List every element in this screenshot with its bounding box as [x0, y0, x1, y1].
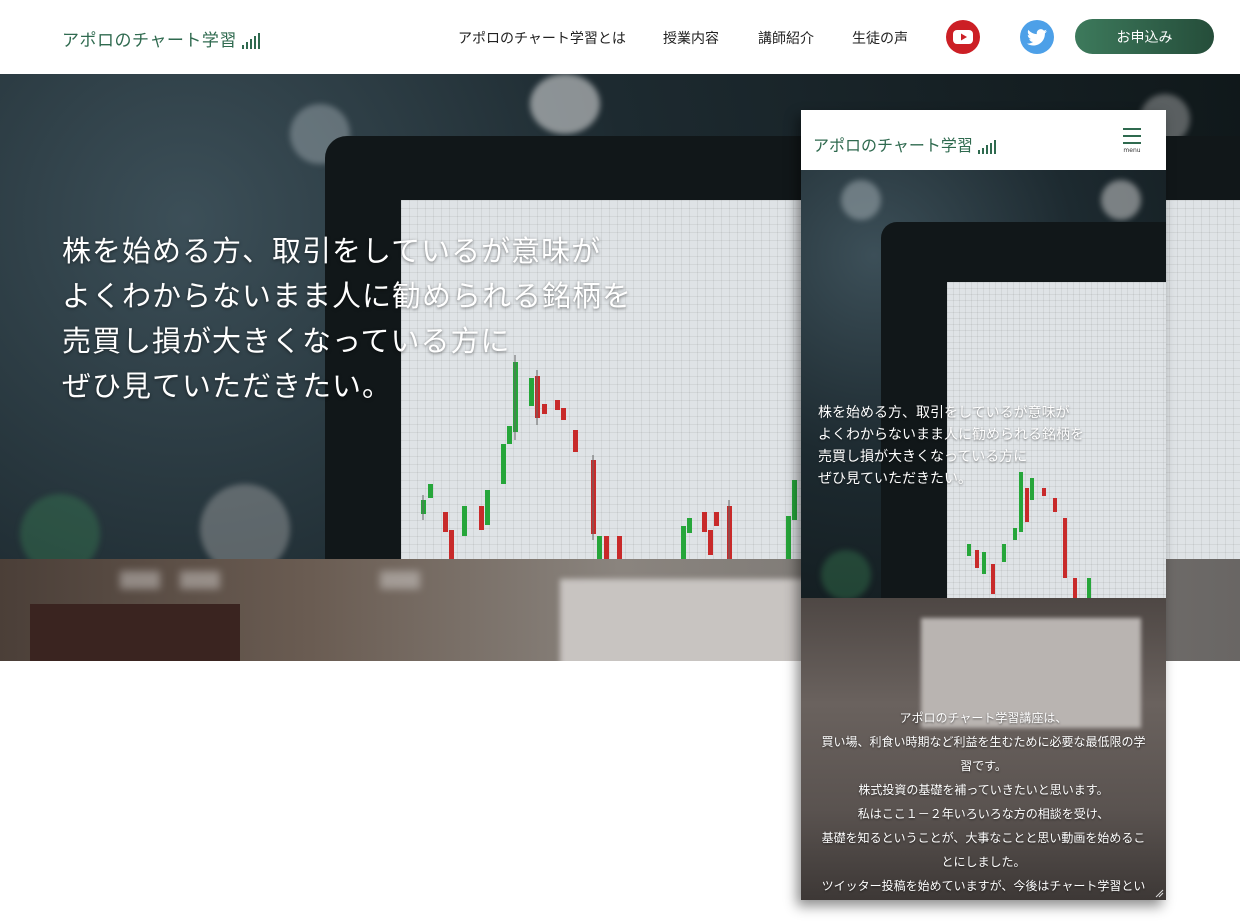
projector-screen	[560, 579, 820, 661]
about-line: 株式投資の基礎を補っていきたいと思います。	[858, 783, 1109, 797]
site-logo[interactable]: アポロのチャート学習	[62, 26, 260, 51]
hero-line: 売買し損が大きくなっている方に	[62, 324, 511, 358]
hero-headline: 株を始める方、取引をしているが意味が よくわからないまま人に勧められる銘柄を 売…	[62, 229, 632, 409]
twitter-button[interactable]	[1020, 20, 1054, 54]
hero-line: 株を始める方、取引をしているが意味が	[62, 234, 602, 268]
nav-item-about[interactable]: アポロのチャート学習とは	[458, 28, 626, 48]
mobile-hero-line: よくわからないまま人に勧められる銘柄を	[818, 427, 1084, 443]
mobile-hero-line: ぜひ見ていただきたい。	[818, 471, 972, 487]
bokeh-light	[530, 74, 600, 134]
mobile-logo-text: アポロのチャート学習	[813, 136, 973, 155]
ceiling-light	[120, 571, 160, 589]
bokeh-light	[1101, 180, 1141, 220]
about-line: アポロのチャート学習講座は、	[899, 711, 1068, 725]
mobile-hero-headline: 株を始める方、取引をしているが意味が よくわからないまま人に勧められる銘柄を 売…	[818, 402, 1084, 490]
resize-handle-icon[interactable]	[1154, 888, 1164, 898]
youtube-button[interactable]	[946, 20, 980, 54]
apply-button[interactable]: お申込み	[1075, 19, 1214, 54]
bokeh-light	[20, 494, 100, 559]
window-shape	[30, 604, 240, 661]
hamburger-menu-button[interactable]: menu	[1123, 128, 1141, 158]
mobile-hero-line: 売買し損が大きくなっている方に	[818, 449, 1028, 465]
site-header: アポロのチャート学習 アポロのチャート学習とは 授業内容 講師紹介 生徒の声 お…	[0, 0, 1240, 74]
bokeh-light	[821, 550, 871, 598]
logo-text: アポロのチャート学習	[62, 31, 237, 51]
mobile-hero-line: 株を始める方、取引をしているが意味が	[818, 405, 1070, 421]
hamburger-icon-bar	[1123, 142, 1141, 144]
youtube-icon	[953, 30, 973, 44]
chart-bars-icon	[977, 140, 996, 154]
ceiling-light	[380, 571, 420, 589]
mobile-hero: 株を始める方、取引をしているが意味が よくわからないまま人に勧められる銘柄を 売…	[801, 170, 1166, 598]
about-line: 基礎を知るということが、大事なことと思い動画を始めるこ	[821, 831, 1146, 845]
about-line: とにしました。	[941, 855, 1026, 869]
ceiling-light	[180, 571, 220, 589]
hero-line: よくわからないまま人に勧められる銘柄を	[62, 279, 633, 313]
hero-line: ぜひ見ていただきたい。	[62, 369, 393, 403]
chart-bars-icon	[241, 33, 260, 49]
about-line: 買い場、利食い時期など利益を生むために必要な最低限の学	[821, 735, 1146, 749]
hamburger-icon	[1123, 128, 1141, 130]
mobile-logo[interactable]: アポロのチャート学習	[813, 132, 996, 156]
about-line: 私はここ１－２年いろいろな方の相談を受け、	[857, 807, 1110, 821]
bokeh-light	[841, 180, 881, 220]
hamburger-icon-bar	[1123, 135, 1141, 137]
mobile-about-section: アポロのチャート学習講座は、 買い場、利食い時期など利益を生むために必要な最低限…	[801, 598, 1166, 900]
mobile-preview: アポロのチャート学習 menu 株を始める方、取引をしているが意味が よくわから…	[801, 110, 1166, 900]
nav-item-testimonials[interactable]: 生徒の声	[852, 28, 908, 48]
about-line: 習です。	[960, 759, 1007, 773]
menu-label: menu	[1123, 147, 1141, 154]
nav-item-instructors[interactable]: 講師紹介	[758, 28, 814, 48]
bokeh-light	[200, 484, 290, 559]
mobile-header: アポロのチャート学習 menu	[801, 110, 1166, 170]
twitter-icon	[1027, 28, 1047, 45]
nav-item-lessons[interactable]: 授業内容	[663, 28, 719, 48]
about-line: ツイッター投稿を始めていますが、今後はチャート学習とい	[821, 879, 1146, 893]
about-text: アポロのチャート学習講座は、 買い場、利食い時期など利益を生むために必要な最低限…	[801, 706, 1166, 898]
